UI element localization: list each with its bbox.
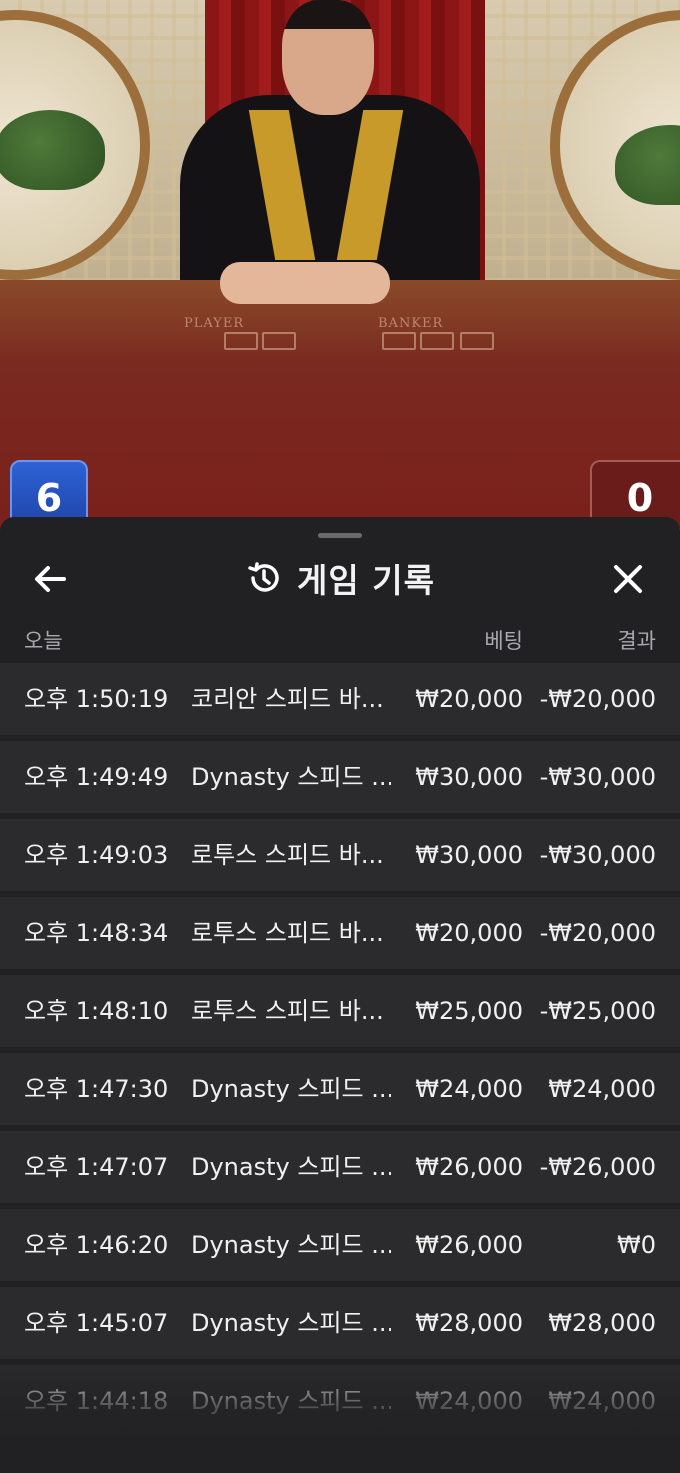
row-game: 로투스 스피드 바... xyxy=(191,997,384,1025)
page-title: 게임 기록 xyxy=(297,561,435,600)
row-game: Dynasty 스피드 ... xyxy=(191,1153,391,1181)
row-bet: ₩30,000 xyxy=(415,841,523,869)
row-result: -₩26,000 xyxy=(539,1153,656,1181)
row-game: 로투스 스피드 바... xyxy=(191,841,384,869)
row-time: 오후 1:45:07 xyxy=(24,1309,169,1337)
history-row[interactable]: 오후 1:44:18 Dynasty 스피드 ... ₩24,000 ₩24,0… xyxy=(0,1365,680,1437)
row-time: 오후 1:47:30 xyxy=(24,1075,169,1103)
row-bet: ₩24,000 xyxy=(415,1075,523,1103)
dealer-hands xyxy=(220,262,390,304)
app-root: PLAYER BANKER 6 0 게임 기록 오늘 베팅 결과 오후 1:50… xyxy=(0,0,680,1473)
row-result: -₩30,000 xyxy=(539,763,656,791)
row-result: ₩24,000 xyxy=(548,1387,656,1415)
row-game: 로투스 스피드 바... xyxy=(191,919,384,947)
drag-handle[interactable] xyxy=(318,533,362,538)
row-result: -₩20,000 xyxy=(539,685,656,713)
banker-table-label: BANKER xyxy=(378,316,444,331)
row-game: Dynasty 스피드 ... xyxy=(191,1075,391,1103)
history-list: 오후 1:50:19 코리안 스피드 바... ₩20,000 -₩20,000… xyxy=(0,663,680,1443)
close-button[interactable] xyxy=(606,557,650,601)
row-time: 오후 1:48:34 xyxy=(24,919,169,947)
row-bet: ₩26,000 xyxy=(415,1231,523,1259)
history-clock-icon xyxy=(248,562,279,592)
history-row[interactable]: 오후 1:48:34 로투스 스피드 바... ₩20,000 -₩20,000 xyxy=(0,897,680,969)
history-row[interactable]: 오후 1:48:10 로투스 스피드 바... ₩25,000 -₩25,000 xyxy=(0,975,680,1047)
row-game: Dynasty 스피드 ... xyxy=(191,1309,391,1337)
row-time: 오후 1:47:07 xyxy=(24,1153,169,1181)
row-bet: ₩20,000 xyxy=(415,685,523,713)
row-bet: ₩28,000 xyxy=(415,1309,523,1337)
row-game: 코리안 스피드 바... xyxy=(191,685,384,713)
row-result: ₩24,000 xyxy=(548,1075,656,1103)
date-group-header: 오늘 xyxy=(24,629,63,653)
player-card-slot xyxy=(224,332,258,350)
row-game: Dynasty 스피드 ... xyxy=(191,763,391,791)
player-table-label: PLAYER xyxy=(184,316,245,331)
banker-card-slot xyxy=(420,332,454,350)
row-result: -₩25,000 xyxy=(539,997,656,1025)
row-result: -₩20,000 xyxy=(539,919,656,947)
row-bet: ₩30,000 xyxy=(415,763,523,791)
row-result: ₩28,000 xyxy=(548,1309,656,1337)
history-row[interactable]: 오후 1:50:19 코리안 스피드 바... ₩20,000 -₩20,000 xyxy=(0,663,680,735)
dealer-head xyxy=(282,0,374,115)
sheet-title-group: 게임 기록 xyxy=(0,553,680,603)
banker-card-slot xyxy=(382,332,416,350)
row-game: Dynasty 스피드 ... xyxy=(191,1231,391,1259)
row-time: 오후 1:50:19 xyxy=(24,685,169,713)
bonsai-left xyxy=(0,110,105,190)
sheet-header: 게임 기록 xyxy=(0,541,680,611)
row-time: 오후 1:46:20 xyxy=(24,1231,169,1259)
live-video: PLAYER BANKER 6 0 xyxy=(0,0,680,560)
game-history-sheet: 게임 기록 오늘 베팅 결과 오후 1:50:19 코리안 스피드 바... ₩… xyxy=(0,517,680,1473)
history-row[interactable]: 오후 1:46:20 Dynasty 스피드 ... ₩26,000 ₩0 xyxy=(0,1209,680,1281)
result-column-header: 결과 xyxy=(617,629,656,653)
row-bet: ₩26,000 xyxy=(415,1153,523,1181)
row-bet: ₩24,000 xyxy=(415,1387,523,1415)
row-bet: ₩20,000 xyxy=(415,919,523,947)
bet-column-header: 베팅 xyxy=(484,629,523,653)
row-time: 오후 1:49:03 xyxy=(24,841,169,869)
history-row[interactable]: 오후 1:45:07 Dynasty 스피드 ... ₩28,000 ₩28,0… xyxy=(0,1287,680,1359)
banker-card-slot xyxy=(460,332,494,350)
close-icon xyxy=(614,565,642,593)
row-result: -₩30,000 xyxy=(539,841,656,869)
row-bet: ₩25,000 xyxy=(415,997,523,1025)
row-time: 오후 1:44:18 xyxy=(24,1387,169,1415)
history-row[interactable]: 오후 1:49:03 로투스 스피드 바... ₩30,000 -₩30,000 xyxy=(0,819,680,891)
row-time: 오후 1:49:49 xyxy=(24,763,169,791)
row-game: Dynasty 스피드 ... xyxy=(191,1387,391,1415)
history-row[interactable]: 오후 1:49:49 Dynasty 스피드 ... ₩30,000 -₩30,… xyxy=(0,741,680,813)
history-row[interactable]: 오후 1:47:30 Dynasty 스피드 ... ₩24,000 ₩24,0… xyxy=(0,1053,680,1125)
row-result: ₩0 xyxy=(617,1231,656,1259)
history-row[interactable]: 오후 1:47:07 Dynasty 스피드 ... ₩26,000 -₩26,… xyxy=(0,1131,680,1203)
player-card-slot xyxy=(262,332,296,350)
row-time: 오후 1:48:10 xyxy=(24,997,169,1025)
